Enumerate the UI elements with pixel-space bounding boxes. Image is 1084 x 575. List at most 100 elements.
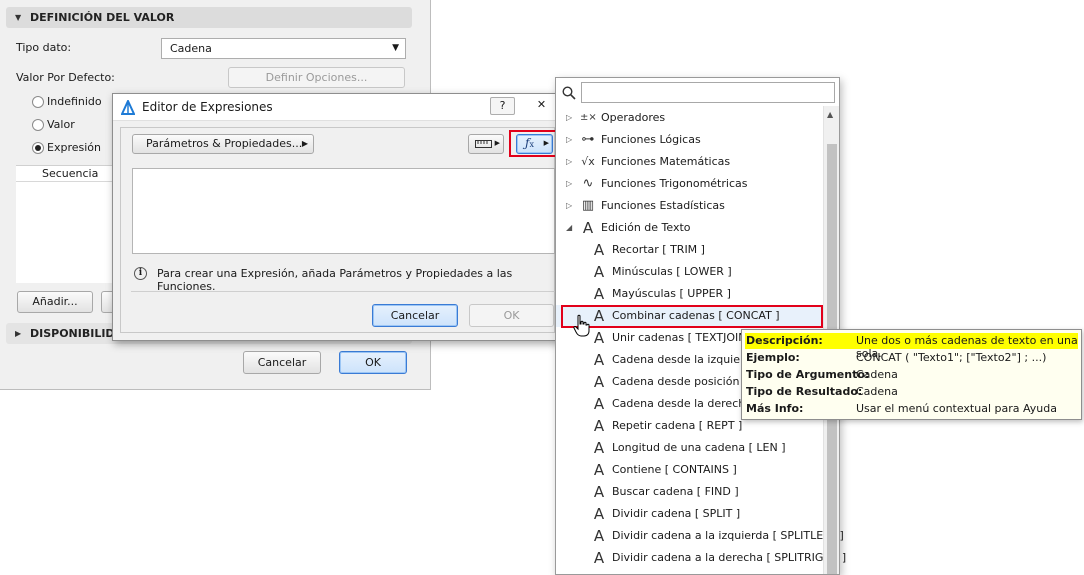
search-icon [562,86,576,100]
tooltip-example-label: Ejemplo: [746,351,800,364]
tooltip-argument-type-value: Cadena [856,368,898,381]
expression-input[interactable] [132,168,555,254]
category-label: Funciones Trigonométricas [601,177,748,190]
function-label: Dividir cadena [ SPLIT ] [612,507,741,520]
function-item-contains[interactable]: A Contiene [ CONTAINS ] [556,459,824,481]
function-label: Dividir cadena a la derecha [ SPLITRIGHT… [612,551,847,564]
function-search-input[interactable] [581,82,835,103]
ok-button[interactable]: OK [469,304,554,327]
tooltip-description-label: Descripción: [746,334,823,347]
parameters-properties-button[interactable]: Parámetros & Propiedades... ▶ [132,134,314,154]
text-function-icon: A [593,439,605,457]
category-label: Edición de Texto [601,221,691,234]
text-function-icon: A [593,285,605,303]
close-icon: ✕ [536,98,547,111]
function-item-find[interactable]: A Buscar cadena [ FIND ] [556,481,824,503]
sequence-column-header[interactable]: Secuencia [16,166,116,182]
scroll-up-arrow-icon[interactable]: ▲ [827,110,833,119]
expand-arrow-icon: ▷ [566,113,573,122]
radio-expression[interactable] [32,142,44,154]
tooltip-more-info-label: Más Info: [746,402,804,415]
radio-undefined[interactable] [32,96,44,108]
text-editing-icon: A [582,219,594,237]
function-item-len[interactable]: A Longitud de una cadena [ LEN ] [556,437,824,459]
cancel-button[interactable]: Cancelar [372,304,458,327]
text-function-icon: A [593,329,605,347]
radio-expression-label: Expresión [47,141,101,154]
ok-button[interactable]: OK [339,351,407,374]
function-item-lower[interactable]: A Minúsculas [ LOWER ] [556,261,824,283]
help-button[interactable]: ? [490,97,515,115]
expand-arrow-icon: ▷ [566,179,573,188]
expand-arrow-icon: ▷ [566,201,573,210]
expand-arrow-icon: ▷ [566,135,573,144]
function-item-upper[interactable]: A Mayúsculas [ UPPER ] [556,283,824,305]
radio-value-label: Valor [47,118,75,131]
text-function-icon: A [593,351,605,369]
cancel-button[interactable]: Cancelar [243,351,321,374]
function-label: Recortar [ TRIM ] [612,243,705,256]
text-function-icon: A [593,549,605,567]
text-function-icon: A [593,461,605,479]
expand-triangle-icon: ▶ [15,329,22,338]
category-operators[interactable]: ▷ ±× Operadores [556,107,824,129]
info-text: Para crear una Expresión, añada Parámetr… [157,267,513,293]
radio-undefined-label: Indefinido [47,95,102,108]
function-item-trim[interactable]: A Recortar [ TRIM ] [556,239,824,261]
function-label: Unir cadenas [ TEXTJOIN ] [612,331,755,344]
data-type-label: Tipo dato: [16,41,72,54]
function-label: Cadena desde la izquierda [612,353,759,366]
concat-highlight [561,305,823,328]
close-button[interactable]: ✕ [529,97,554,115]
dialog-title-bar[interactable]: Editor de Expresiones ? ✕ [113,94,563,121]
hand-cursor-icon [573,314,590,337]
text-function-icon: A [593,483,605,501]
data-type-select[interactable]: Cadena ▼ [161,38,406,59]
chevron-right-icon: ▶ [494,139,500,147]
tooltip-result-type-value: Cadena [856,385,898,398]
define-options-button[interactable]: Definir Opciones... [228,67,405,88]
text-function-icon: A [593,395,605,413]
function-label: Cadena desde posición [ [612,375,748,388]
text-function-icon: A [593,417,605,435]
collapse-triangle-icon: ▼ [15,13,22,22]
category-logical-functions[interactable]: ▷ ⊶ Funciones Lógicas [556,129,824,151]
function-label: Cadena desde la derecha [612,397,752,410]
function-item-splitleft[interactable]: A Dividir cadena a la izquierda [ SPLITL… [556,525,844,547]
function-label: Longitud de una cadena [ LEN ] [612,441,786,454]
trig-functions-icon: ∿ [582,176,594,191]
text-function-icon: A [593,263,605,281]
expression-editor-dialog: Editor de Expresiones ? ✕ Parámetros & P… [112,93,564,341]
category-trig-functions[interactable]: ▷ ∿ Funciones Trigonométricas [556,173,824,195]
section-header-value-definition[interactable]: ▼ DEFINICIÓN DEL VALOR [6,7,412,28]
function-item-splitright[interactable]: A Dividir cadena a la derecha [ SPLITRIG… [556,547,846,569]
category-text-editing[interactable]: ◢ A Edición de Texto [556,217,824,239]
math-functions-icon: √x [581,155,595,168]
category-math-functions[interactable]: ▷ √x Funciones Matemáticas [556,151,824,173]
parameters-properties-label: Parámetros & Propiedades... [146,137,303,150]
units-button[interactable]: ▶ [468,134,504,154]
category-label: Funciones Matemáticas [601,155,731,168]
info-icon: i [134,267,147,280]
tooltip-result-type-label: Tipo de Resultado: [746,385,863,398]
function-label: Repetir cadena [ REPT ] [612,419,743,432]
function-label: Mayúsculas [ UPPER ] [612,287,731,300]
tooltip-example-value: CONCAT ( "Texto1"; ["Texto2"] ; ...) [856,351,1047,364]
dialog-title: Editor de Expresiones [142,100,273,114]
category-statistics-functions[interactable]: ▷ ▥ Funciones Estadísticas [556,195,824,217]
archicad-logo-icon [121,100,135,115]
function-label: Buscar cadena [ FIND ] [612,485,739,498]
text-function-icon: A [593,527,605,545]
collapse-arrow-icon: ◢ [566,223,573,232]
function-label: Minúsculas [ LOWER ] [612,265,732,278]
chevron-right-icon: ▶ [301,139,308,148]
help-icon: ? [499,99,506,112]
function-item-split[interactable]: A Dividir cadena [ SPLIT ] [556,503,824,525]
text-function-icon: A [593,241,605,259]
tooltip-more-info-value: Usar el menú contextual para Ayuda [856,402,1057,415]
text-function-icon: A [593,505,605,523]
add-button[interactable]: Añadir... [17,291,93,313]
expand-arrow-icon: ▷ [566,157,573,166]
radio-value[interactable] [32,119,44,131]
divider [131,291,555,292]
